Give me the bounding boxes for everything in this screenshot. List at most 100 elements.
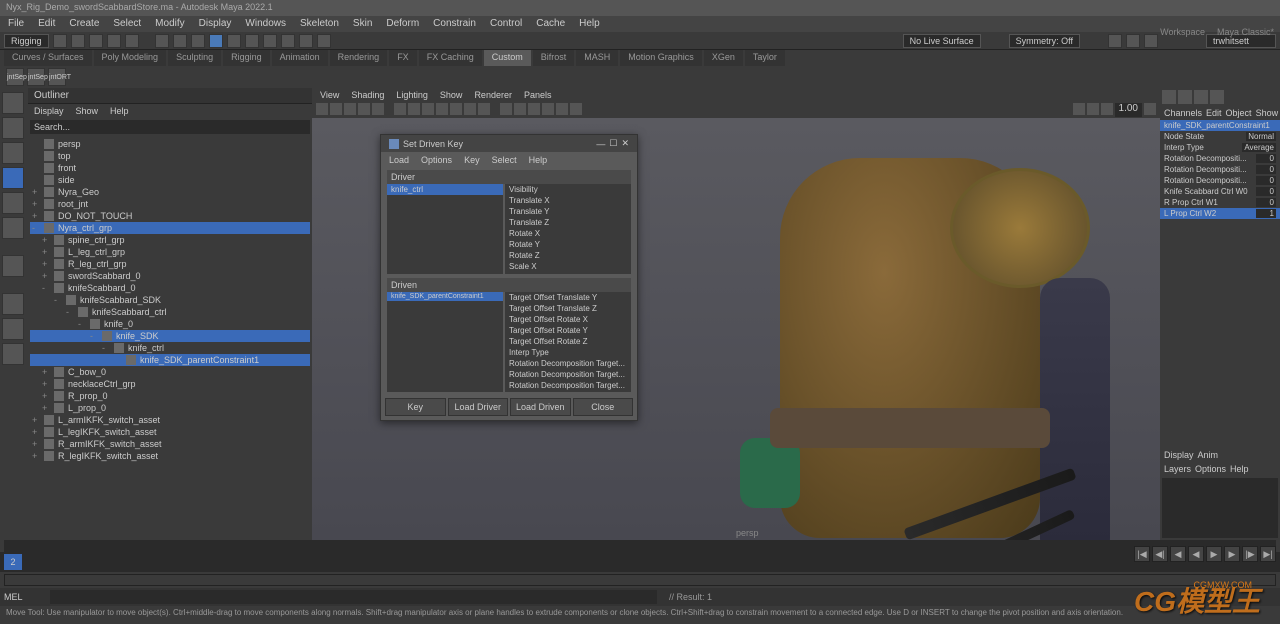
select-tool-icon[interactable] <box>2 92 24 114</box>
layer-menu-help[interactable]: Help <box>1230 464 1249 474</box>
driver-attr-item[interactable]: Rotate X <box>505 228 631 239</box>
snap-point-icon[interactable] <box>263 34 277 48</box>
menu-skin[interactable]: Skin <box>353 18 372 30</box>
cb-tab-edit[interactable]: Edit <box>1206 108 1222 118</box>
driver-attr-item[interactable]: Translate X <box>505 195 631 206</box>
step-forward-key-icon[interactable]: |▶ <box>1242 546 1258 562</box>
driven-attr-item[interactable]: Target Offset Rotate Y <box>505 325 631 336</box>
vp-grease-icon[interactable] <box>372 103 384 115</box>
vp-wireframe-icon[interactable] <box>500 103 512 115</box>
open-scene-icon[interactable] <box>71 34 85 48</box>
vp-menu-lighting[interactable]: Lighting <box>396 90 428 100</box>
vp-motion-blur-icon[interactable] <box>1144 103 1156 115</box>
tree-item[interactable]: side <box>30 174 310 186</box>
driver-attr-item[interactable]: Scale X <box>505 261 631 272</box>
driven-attr-item[interactable]: Rotation Decomposition Target... <box>505 369 631 380</box>
shelf-tab-bifrost[interactable]: Bifrost <box>533 50 575 66</box>
tree-item[interactable]: front <box>30 162 310 174</box>
cb-icon-2[interactable] <box>1178 90 1192 104</box>
attr-row[interactable]: Interp TypeAverage <box>1160 142 1280 153</box>
vp-resolution-gate-icon[interactable] <box>422 103 434 115</box>
shelf-tab-fxcaching[interactable]: FX Caching <box>419 50 482 66</box>
tree-item[interactable]: +R_legIKFK_switch_asset <box>30 450 310 462</box>
attr-row[interactable]: Rotation Decompositi...0 <box>1160 164 1280 175</box>
timeline-scroll[interactable] <box>4 540 1276 552</box>
shelf-tab-motiongraphics[interactable]: Motion Graphics <box>620 50 702 66</box>
module-dropdown[interactable]: Rigging <box>4 34 49 48</box>
lasso-icon[interactable] <box>173 34 187 48</box>
redo-icon[interactable] <box>125 34 139 48</box>
vp-time-field[interactable]: 1.00 <box>1115 103 1142 117</box>
cb-icon-1[interactable] <box>1162 90 1176 104</box>
dialog-titlebar[interactable]: Set Driven Key — ☐ ✕ <box>381 135 637 152</box>
driven-attr-list[interactable]: Target Offset Translate YTarget Offset T… <box>505 292 631 392</box>
time-slider[interactable]: 2 <box>0 552 1280 572</box>
driven-node-item[interactable]: knife_SDK_parentConstraint1 <box>387 292 503 301</box>
cb-icon-4[interactable] <box>1210 90 1224 104</box>
vp-xray-joints-icon[interactable] <box>1087 103 1099 115</box>
menu-windows[interactable]: Windows <box>245 18 286 30</box>
menu-edit[interactable]: Edit <box>38 18 55 30</box>
layout-custom-icon[interactable] <box>2 343 24 365</box>
driver-attr-item[interactable]: Scale Y <box>505 272 631 274</box>
undo-icon[interactable] <box>107 34 121 48</box>
menu-control[interactable]: Control <box>490 18 522 30</box>
vp-grid-icon[interactable] <box>394 103 406 115</box>
outliner-tree[interactable]: persptopfrontside+Nyra_Geo+root_jnt+DO_N… <box>28 136 312 540</box>
vp-2d-pan-icon[interactable] <box>358 103 370 115</box>
layer-tab-display[interactable]: Display <box>1164 450 1194 460</box>
shelf-tab-sculpting[interactable]: Sculpting <box>168 50 221 66</box>
save-scene-icon[interactable] <box>89 34 103 48</box>
tree-item[interactable]: +R_armIKFK_switch_asset <box>30 438 310 450</box>
layer-menu-layers[interactable]: Layers <box>1164 464 1191 474</box>
tree-item[interactable]: +Nyra_Geo <box>30 186 310 198</box>
tree-item[interactable]: +R_prop_0 <box>30 390 310 402</box>
vp-safe-action-icon[interactable] <box>464 103 476 115</box>
cb-icon-3[interactable] <box>1194 90 1208 104</box>
render-settings-icon[interactable] <box>1144 34 1158 48</box>
tree-item[interactable]: +L_leg_ctrl_grp <box>30 246 310 258</box>
tree-item[interactable]: +L_prop_0 <box>30 402 310 414</box>
vp-menu-renderer[interactable]: Renderer <box>474 90 512 100</box>
tree-item[interactable]: -knife_0 <box>30 318 310 330</box>
shelf-tab-rigging[interactable]: Rigging <box>223 50 270 66</box>
vp-bookmark-icon[interactable] <box>330 103 342 115</box>
load-driven-button[interactable]: Load Driven <box>510 398 571 416</box>
paint-select-icon[interactable] <box>191 34 205 48</box>
vp-shadows-icon[interactable] <box>556 103 568 115</box>
outliner-menu-show[interactable]: Show <box>76 106 99 116</box>
layout-four-icon[interactable] <box>2 318 24 340</box>
command-input[interactable] <box>50 590 657 604</box>
dlg-menu-options[interactable]: Options <box>421 155 452 165</box>
menu-select[interactable]: Select <box>113 18 141 30</box>
menu-deform[interactable]: Deform <box>386 18 419 30</box>
vp-menu-show[interactable]: Show <box>440 90 463 100</box>
driven-node-list[interactable]: knife_SDK_parentConstraint1 <box>387 292 503 392</box>
cb-tab-object[interactable]: Object <box>1226 108 1252 118</box>
tree-item[interactable]: -Nyra_ctrl_grp <box>30 222 310 234</box>
tree-item[interactable]: -knifeScabbard_ctrl <box>30 306 310 318</box>
live-surface-dropdown[interactable]: No Live Surface <box>903 34 981 48</box>
minimize-icon[interactable]: — <box>596 139 605 149</box>
workspace-value[interactable]: Maya Classic* <box>1217 27 1274 37</box>
shelf-tab-poly[interactable]: Poly Modeling <box>94 50 167 66</box>
last-tool-icon[interactable] <box>2 255 24 277</box>
driven-attr-item[interactable]: Rotation Decomposition Target... <box>505 358 631 369</box>
shelf-icon-1[interactable]: jntSep <box>6 68 24 86</box>
vp-xray-icon[interactable] <box>1073 103 1085 115</box>
layer-menu-options[interactable]: Options <box>1195 464 1226 474</box>
key-button[interactable]: Key <box>385 398 446 416</box>
shelf-tab-curves[interactable]: Curves / Surfaces <box>4 50 92 66</box>
snap-curve-icon[interactable] <box>245 34 259 48</box>
driven-attr-item[interactable]: Knife Scabbard Ctrl W0 <box>505 391 631 392</box>
cb-node-name[interactable]: knife_SDK_parentConstraint1 <box>1160 120 1280 131</box>
range-slider[interactable] <box>4 574 1276 586</box>
driven-attr-item[interactable]: Target Offset Rotate X <box>505 314 631 325</box>
close-icon[interactable]: ✕ <box>621 138 629 149</box>
new-scene-icon[interactable] <box>53 34 67 48</box>
tree-item[interactable]: +L_legIKFK_switch_asset <box>30 426 310 438</box>
menu-cache[interactable]: Cache <box>536 18 565 30</box>
history-icon[interactable] <box>317 34 331 48</box>
close-button[interactable]: Close <box>573 398 634 416</box>
tree-item[interactable]: +DO_NOT_TOUCH <box>30 210 310 222</box>
